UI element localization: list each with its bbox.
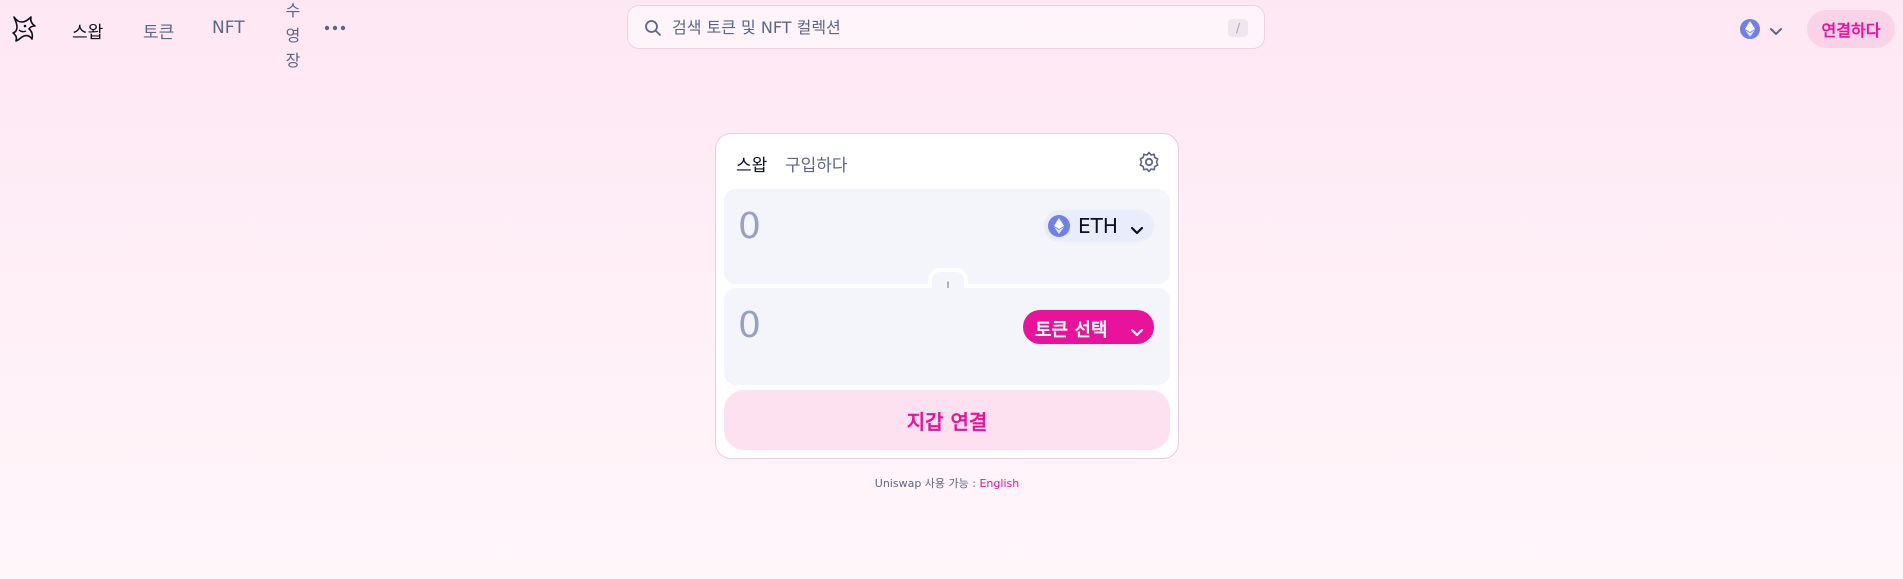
nav-tokens[interactable]: 토큰 [143,18,174,43]
chevron-down-icon [1769,22,1783,41]
network-selector[interactable] [1736,14,1788,44]
tab-buy[interactable]: 구입하다 [785,151,848,176]
ethereum-icon [1048,215,1070,237]
connect-wallet-button[interactable]: 지갑 연결 [724,390,1170,450]
buy-amount-input[interactable] [738,301,938,349]
sell-amount-input[interactable] [738,202,938,250]
ethereum-icon [1740,19,1760,39]
connect-button[interactable]: 연결하다 [1807,10,1895,48]
search-input[interactable] [672,6,1192,48]
search-icon [644,19,662,37]
buy-panel: 토큰 선택 [724,288,1170,385]
swap-card: 스왑 구입하다 ETH [715,133,1179,459]
top-navbar: 스왑 토큰 NFT 수영장 / [0,0,1903,70]
search-shortcut-key: / [1228,19,1248,37]
language-link-english[interactable]: English [979,477,1019,490]
ellipsis-icon[interactable] [322,19,348,37]
search-bar[interactable]: / [627,5,1265,49]
uniswap-logo-icon[interactable] [8,14,38,44]
select-token-button[interactable]: 토큰 선택 [1023,310,1154,344]
chevron-down-icon [1130,323,1144,342]
sell-token-selector[interactable]: ETH [1044,210,1154,242]
chevron-down-icon [1130,221,1144,240]
nav-pool[interactable]: 수영장 [284,0,302,73]
nav-swap[interactable]: 스왑 [72,18,103,43]
language-notice-text: Uniswap 사용 가능 : [874,477,980,490]
sell-token-symbol: ETH [1078,214,1118,238]
gear-icon[interactable] [1138,151,1160,173]
tab-swap[interactable]: 스왑 [736,151,767,176]
nav-nft[interactable]: NFT [212,18,245,38]
language-notice: Uniswap 사용 가능 : English [715,475,1179,491]
select-token-label: 토큰 선택 [1035,320,1108,341]
